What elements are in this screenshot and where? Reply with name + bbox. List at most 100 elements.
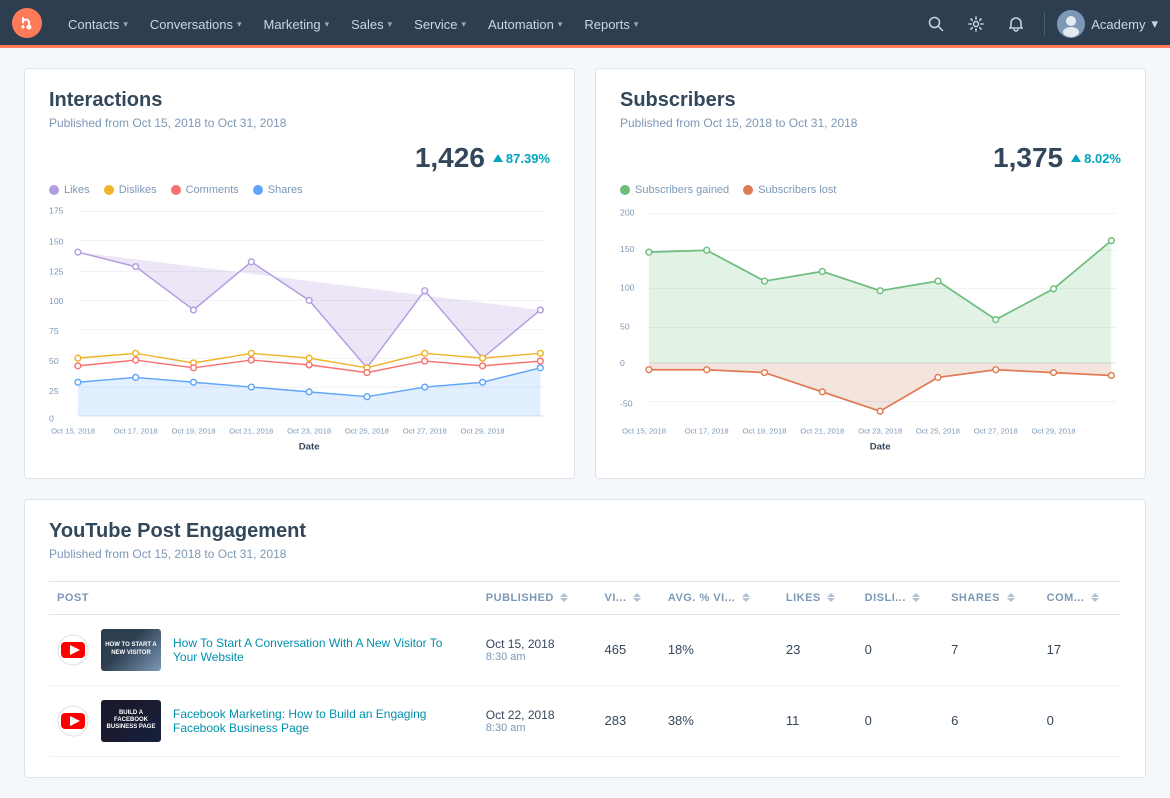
user-label: Academy [1091, 17, 1145, 32]
col-avg-views[interactable]: AVG. % VI... [660, 581, 778, 614]
col-likes[interactable]: LIKES [778, 581, 857, 614]
settings-button[interactable] [960, 8, 992, 40]
svg-text:150: 150 [49, 236, 64, 246]
svg-text:200: 200 [620, 208, 635, 218]
nav-sales[interactable]: Sales ▾ [341, 11, 402, 38]
shares-dot [253, 185, 263, 195]
dislikes-2: 0 [857, 685, 943, 756]
youtube-icon [57, 705, 89, 737]
svg-text:Oct 21, 2018: Oct 21, 2018 [229, 426, 273, 435]
avg-views-2: 38% [660, 685, 778, 756]
svg-text:0: 0 [49, 414, 54, 424]
nav-service[interactable]: Service ▾ [404, 11, 476, 38]
post-title-2[interactable]: Facebook Marketing: How to Build an Enga… [173, 707, 470, 735]
engagement-title: YouTube Post Engagement [49, 520, 1121, 543]
nav-contacts[interactable]: Contacts ▾ [58, 11, 138, 38]
svg-text:0: 0 [620, 358, 625, 368]
svg-text:100: 100 [620, 283, 635, 293]
svg-text:Oct 15, 2018: Oct 15, 2018 [51, 426, 95, 435]
col-post: POST [49, 581, 478, 614]
likes-2: 11 [778, 685, 857, 756]
chevron-down-icon: ▾ [325, 19, 330, 30]
col-dislikes[interactable]: DISLI... [857, 581, 943, 614]
nav-right: Academy ▾ [920, 8, 1158, 40]
interactions-subtitle: Published from Oct 15, 2018 to Oct 31, 2… [49, 116, 550, 130]
interactions-badge: 87.39% [493, 151, 550, 166]
youtube-icon [57, 634, 89, 666]
svg-text:100: 100 [49, 296, 64, 306]
thumb-label-1: HOW TO START A NEW VISITOR [101, 629, 161, 671]
interactions-title: Interactions [49, 89, 550, 112]
sort-icon [742, 593, 750, 602]
table-header: POST PUBLISHED VI... [49, 581, 1121, 614]
published-2: Oct 22, 2018 8:30 am [478, 685, 597, 756]
nav-marketing[interactable]: Marketing ▾ [253, 11, 339, 38]
svg-text:Oct 25, 2018: Oct 25, 2018 [345, 426, 389, 435]
logo[interactable] [12, 8, 58, 41]
svg-text:25: 25 [49, 386, 59, 396]
dislikes-1: 0 [857, 614, 943, 685]
comments-2: 0 [1039, 685, 1121, 756]
nav-reports[interactable]: Reports ▾ [574, 11, 648, 38]
post-thumbnail-2: BUILD A FACEBOOK BUSINESS PAGE [101, 700, 161, 742]
comments-dot [171, 185, 181, 195]
post-info-2: BUILD A FACEBOOK BUSINESS PAGE Facebook … [57, 700, 470, 742]
svg-text:Oct 19, 2018: Oct 19, 2018 [172, 426, 216, 435]
post-info-1: HOW TO START A NEW VISITOR How To Start … [57, 629, 470, 671]
published-1: Oct 15, 2018 8:30 am [478, 614, 597, 685]
thumb-label-2: BUILD A FACEBOOK BUSINESS PAGE [101, 700, 161, 742]
svg-text:Oct 23, 2018: Oct 23, 2018 [287, 426, 331, 435]
interactions-metric-row: 1,426 87.39% [49, 142, 550, 174]
legend-lost: Subscribers lost [743, 184, 836, 196]
arrow-up-icon [1071, 154, 1081, 162]
subscribers-metric: 1,375 [993, 142, 1063, 174]
lost-dot [743, 185, 753, 195]
col-comments[interactable]: COM... [1039, 581, 1121, 614]
legend-dislikes: Dislikes [104, 184, 157, 196]
subscribers-legend: Subscribers gained Subscribers lost [620, 184, 1121, 196]
svg-text:Oct 27, 2018: Oct 27, 2018 [974, 426, 1018, 435]
search-button[interactable] [920, 8, 952, 40]
dislikes-dot [104, 185, 114, 195]
subscribers-badge: 8.02% [1071, 151, 1121, 166]
col-published[interactable]: PUBLISHED [478, 581, 597, 614]
nav-conversations[interactable]: Conversations ▾ [140, 11, 252, 38]
svg-text:50: 50 [620, 321, 630, 331]
post-cell-2: BUILD A FACEBOOK BUSINESS PAGE Facebook … [49, 685, 478, 756]
svg-text:Oct 27, 2018: Oct 27, 2018 [403, 426, 447, 435]
subscribers-card: Subscribers Published from Oct 15, 2018 … [595, 68, 1146, 479]
interactions-legend: Likes Dislikes Comments Shares [49, 184, 550, 196]
subscribers-title: Subscribers [620, 89, 1121, 112]
legend-gained: Subscribers gained [620, 184, 729, 196]
chevron-down-icon: ▾ [123, 19, 128, 30]
interactions-card: Interactions Published from Oct 15, 2018… [24, 68, 575, 479]
svg-text:Oct 19, 2018: Oct 19, 2018 [743, 426, 787, 435]
likes-dot [49, 185, 59, 195]
nav-items: Contacts ▾ Conversations ▾ Marketing ▾ S… [58, 11, 920, 38]
table-body: HOW TO START A NEW VISITOR How To Start … [49, 614, 1121, 756]
col-shares[interactable]: SHARES [943, 581, 1039, 614]
user-caret-icon: ▾ [1151, 16, 1158, 32]
legend-likes: Likes [49, 184, 90, 196]
header-row: POST PUBLISHED VI... [49, 581, 1121, 614]
svg-text:Date: Date [299, 442, 321, 453]
user-menu[interactable]: Academy ▾ [1057, 10, 1158, 38]
chevron-down-icon: ▾ [237, 19, 242, 30]
notifications-button[interactable] [1000, 8, 1032, 40]
navbar: Contacts ▾ Conversations ▾ Marketing ▾ S… [0, 0, 1170, 48]
col-views[interactable]: VI... [596, 581, 659, 614]
svg-text:Oct 21, 2018: Oct 21, 2018 [800, 426, 844, 435]
post-title-1[interactable]: How To Start A Conversation With A New V… [173, 636, 470, 664]
nav-automation[interactable]: Automation ▾ [478, 11, 572, 38]
nav-divider [1044, 12, 1045, 36]
dislikes-label: Dislikes [119, 184, 157, 196]
svg-text:Date: Date [870, 442, 892, 453]
views-2: 283 [596, 685, 659, 756]
post-thumbnail-1: HOW TO START A NEW VISITOR [101, 629, 161, 671]
post-cell-1: HOW TO START A NEW VISITOR How To Start … [49, 614, 478, 685]
sort-icon [1007, 593, 1015, 602]
engagement-table: POST PUBLISHED VI... [49, 581, 1121, 757]
main-content: Interactions Published from Oct 15, 2018… [0, 48, 1170, 798]
sort-icon [633, 593, 641, 602]
comments-label: Comments [186, 184, 239, 196]
